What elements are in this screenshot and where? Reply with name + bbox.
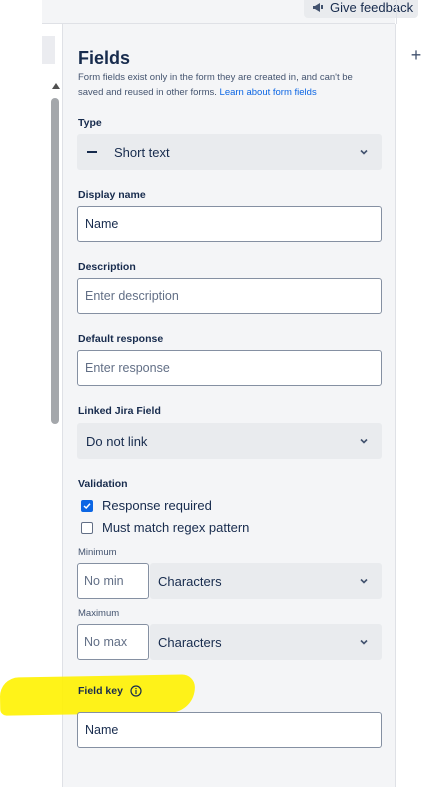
field-key-input[interactable]: Name bbox=[77, 712, 382, 748]
scroll-up-arrow-icon[interactable] bbox=[51, 82, 61, 90]
megaphone-icon bbox=[313, 3, 323, 12]
response-required-checkbox[interactable]: Response required bbox=[81, 498, 212, 513]
type-select-value: Short text bbox=[114, 144, 170, 160]
chevron-down-icon bbox=[360, 438, 368, 444]
display-name-label: Display name bbox=[78, 189, 146, 201]
maximum-input[interactable]: No max bbox=[77, 624, 149, 660]
minimum-unit-value: Characters bbox=[158, 573, 222, 589]
linked-jira-select[interactable]: Do not link bbox=[77, 423, 382, 459]
maximum-unit-select[interactable]: Characters bbox=[150, 624, 382, 660]
panel-description: Form fields exist only in the form they … bbox=[78, 70, 378, 100]
regex-pattern-label: Must match regex pattern bbox=[102, 520, 250, 535]
description-label: Description bbox=[78, 261, 136, 273]
maximum-unit-value: Characters bbox=[158, 634, 222, 650]
panel-title: Fields bbox=[78, 48, 131, 68]
plus-icon[interactable]: + bbox=[407, 46, 425, 64]
field-key-label: Field key bbox=[78, 685, 142, 697]
give-feedback-label: Give feedback bbox=[330, 0, 414, 15]
minus-icon bbox=[87, 151, 97, 153]
validation-label: Validation bbox=[78, 478, 128, 490]
description-input[interactable]: Enter description bbox=[77, 278, 382, 314]
display-name-input[interactable]: Name bbox=[77, 206, 382, 242]
default-response-input[interactable]: Enter response bbox=[77, 350, 382, 386]
minimum-input[interactable]: No min bbox=[77, 563, 149, 599]
content-preview-strip bbox=[42, 36, 55, 64]
checkbox-unchecked-icon bbox=[81, 521, 93, 534]
minimum-label: Minimum bbox=[78, 547, 117, 558]
chevron-down-icon bbox=[360, 639, 368, 645]
linked-jira-label: Linked Jira Field bbox=[78, 405, 161, 417]
header-divider bbox=[396, 0, 397, 24]
top-bar: Give feedback bbox=[42, 0, 418, 24]
give-feedback-button[interactable]: Give feedback bbox=[304, 0, 418, 18]
learn-about-fields-link[interactable]: Learn about form fields bbox=[220, 87, 317, 98]
field-key-label-text: Field key bbox=[78, 685, 123, 697]
maximum-label: Maximum bbox=[78, 608, 120, 619]
minimum-unit-select[interactable]: Characters bbox=[150, 563, 382, 599]
response-required-label: Response required bbox=[102, 498, 212, 513]
type-label: Type bbox=[78, 117, 102, 129]
chevron-down-icon bbox=[360, 578, 368, 584]
right-column bbox=[396, 24, 429, 787]
screen: Give feedback + Fields Form fields exist… bbox=[0, 0, 429, 787]
default-response-label: Default response bbox=[78, 333, 164, 345]
chevron-down-icon bbox=[360, 149, 368, 155]
regex-pattern-checkbox[interactable]: Must match regex pattern bbox=[81, 520, 249, 535]
linked-jira-value: Do not link bbox=[86, 433, 148, 449]
checkbox-checked-icon bbox=[81, 499, 93, 512]
scrollbar-thumb[interactable] bbox=[51, 98, 59, 424]
type-select[interactable]: Short text bbox=[77, 134, 382, 170]
info-icon[interactable] bbox=[130, 685, 142, 697]
